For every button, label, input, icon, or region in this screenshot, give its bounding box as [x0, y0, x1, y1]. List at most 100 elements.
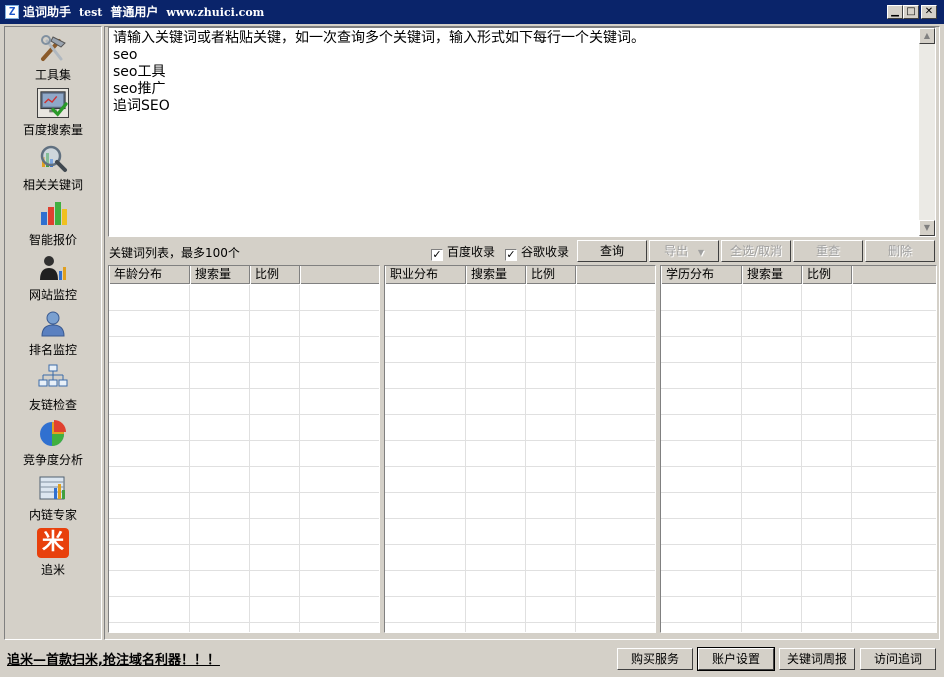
document-chart-icon	[39, 476, 65, 500]
grid-line	[109, 388, 379, 389]
monitor-check-icon	[37, 88, 69, 118]
select-all-button[interactable]: 全选/取消	[721, 240, 791, 262]
sidebar-item-tools[interactable]: 工具集	[7, 29, 99, 84]
tools-icon	[41, 35, 66, 61]
sidebar-item-related-keywords[interactable]: 相关关键词	[7, 139, 99, 194]
education-distribution-table[interactable]: 学历分布 搜索量 比例	[660, 265, 937, 633]
column-header[interactable]: 搜索量	[742, 266, 802, 284]
sidebar-item-label: 追米	[40, 563, 65, 577]
close-button[interactable]: ✕	[921, 5, 937, 19]
column-header[interactable]: 比例	[526, 266, 576, 284]
grid-line	[385, 466, 655, 467]
keyword-input-scrollbar[interactable]: ▲ ▼	[919, 28, 935, 236]
grid-line	[109, 596, 379, 597]
grid-line	[661, 388, 936, 389]
sidebar-item-label: 排名监控	[28, 343, 77, 357]
main-panel: 请输入关键词或者粘贴关键，如一次查询多个关键词，输入形式如下每行一个关键词。 s…	[104, 26, 940, 640]
sidebar-item-internal-links[interactable]: 内链专家	[7, 469, 99, 524]
grid-line	[385, 362, 655, 363]
table-body[interactable]	[661, 285, 936, 632]
column-header[interactable]: 职业分布	[385, 266, 466, 284]
grid-line	[525, 285, 526, 632]
grid-line	[109, 414, 379, 415]
grid-line	[385, 414, 655, 415]
age-distribution-table[interactable]: 年龄分布 搜索量 比例	[108, 265, 380, 633]
app-logo-icon[interactable]: Z	[5, 5, 19, 19]
grid-line	[661, 440, 936, 441]
sidebar-item-link-check[interactable]: 友链检查	[7, 359, 99, 414]
column-header[interactable]	[576, 266, 655, 284]
bar-chart-icon	[41, 202, 67, 225]
query-button[interactable]: 查询	[577, 240, 647, 262]
grid-line	[661, 414, 936, 415]
column-header[interactable]	[300, 266, 379, 284]
minimize-button[interactable]: ▁	[887, 5, 903, 19]
column-header[interactable]	[852, 266, 936, 284]
grid-line	[385, 544, 655, 545]
app-name: 追词助手	[23, 5, 72, 19]
arrow-up-icon: ▲	[923, 31, 931, 40]
grid-line	[661, 310, 936, 311]
user-type: 普通用户	[110, 5, 159, 19]
column-header[interactable]: 学历分布	[661, 266, 742, 284]
zhuimi-logo-icon: 米	[37, 528, 69, 558]
sidebar-item-zhuimi[interactable]: 米 追米	[7, 524, 99, 579]
sidebar-item-label: 友链检查	[28, 398, 77, 412]
visit-site-button[interactable]: 访问追词	[860, 648, 936, 670]
close-icon: ✕	[924, 6, 934, 17]
grid-line	[385, 310, 655, 311]
window-title: 追词助手 test 普通用户 www.zhuici.com	[23, 5, 264, 20]
grid-line	[465, 285, 466, 632]
recheck-button[interactable]: 重查	[793, 240, 863, 262]
maximize-button[interactable]: □	[903, 5, 919, 19]
account-settings-button[interactable]: 账户设置	[697, 647, 775, 671]
table-body[interactable]	[385, 285, 655, 632]
grid-line	[385, 622, 655, 623]
title-bar[interactable]: Z 追词助手 test 普通用户 www.zhuici.com ▁ □ ✕	[0, 0, 944, 24]
grid-line	[385, 336, 655, 337]
grid-line	[109, 492, 379, 493]
buy-service-button[interactable]: 购买服务	[617, 648, 693, 670]
table-body[interactable]	[109, 285, 379, 632]
column-header[interactable]: 搜索量	[466, 266, 526, 284]
scroll-down-button[interactable]: ▼	[919, 220, 935, 236]
grid-line	[109, 440, 379, 441]
sidebar-item-baidu-volume[interactable]: 百度搜索量	[7, 84, 99, 139]
column-header[interactable]: 年龄分布	[109, 266, 190, 284]
table-header: 学历分布 搜索量 比例	[661, 266, 936, 284]
scroll-up-button[interactable]: ▲	[919, 28, 935, 44]
grid-line	[385, 388, 655, 389]
google-index-checkbox[interactable]: ✓ 谷歌收录	[505, 243, 569, 261]
sidebar-item-label: 网站监控	[28, 288, 77, 302]
promo-link[interactable]: 追米—首款扫米,抢注域名利器！！！	[7, 649, 220, 668]
person-chart-icon	[40, 256, 66, 280]
sidebar-item-smart-quote[interactable]: 智能报价	[7, 194, 99, 249]
checkbox-check-icon: ✓	[431, 248, 443, 261]
keyword-report-button[interactable]: 关键词周报	[779, 648, 855, 670]
grid-line	[385, 596, 655, 597]
occupation-distribution-table[interactable]: 职业分布 搜索量 比例	[384, 265, 656, 633]
column-header[interactable]: 比例	[802, 266, 852, 284]
grid-line	[851, 285, 852, 632]
grid-line	[575, 285, 576, 632]
keyword-input-box[interactable]: 请输入关键词或者粘贴关键，如一次查询多个关键词，输入形式如下每行一个关键词。 s…	[108, 27, 936, 237]
sidebar-item-competition[interactable]: 竞争度分析	[7, 414, 99, 469]
checkbox-check-icon: ✓	[505, 248, 517, 261]
export-button[interactable]: 导出 ▼	[649, 240, 719, 262]
grid-line	[661, 362, 936, 363]
grid-line	[109, 310, 379, 311]
grid-line	[189, 285, 190, 632]
keyword-list-label: 关键词列表，最多100个	[109, 246, 240, 260]
network-icon	[38, 364, 68, 387]
grid-line	[741, 285, 742, 632]
grid-line	[801, 285, 802, 632]
delete-button[interactable]: 删除	[865, 240, 935, 262]
baidu-index-checkbox[interactable]: ✓ 百度收录	[431, 243, 495, 261]
grid-line	[661, 492, 936, 493]
sidebar-item-site-monitor[interactable]: 网站监控	[7, 249, 99, 304]
grid-line	[385, 570, 655, 571]
column-header[interactable]: 搜索量	[190, 266, 250, 284]
keyword-input[interactable]: 请输入关键词或者粘贴关键，如一次查询多个关键词，输入形式如下每行一个关键词。 s…	[113, 30, 913, 234]
sidebar-item-rank-monitor[interactable]: 排名监控	[7, 304, 99, 359]
column-header[interactable]: 比例	[250, 266, 300, 284]
